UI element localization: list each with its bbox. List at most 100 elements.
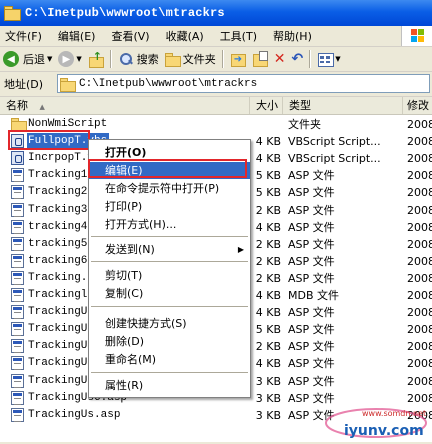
delete-x-icon: ✕ xyxy=(273,51,286,67)
forward-arrow-icon: ▶ xyxy=(58,51,75,67)
menu-bar: 文件(F) 编辑(E) 查看(V) 收藏(A) 工具(T) 帮助(H) xyxy=(0,26,432,47)
file-type: ASP 文件 xyxy=(288,220,335,234)
address-input[interactable]: C:\Inetpub\wwwroot\mtrackrs xyxy=(57,74,430,93)
file-icon xyxy=(11,339,24,354)
file-type: ASP 文件 xyxy=(288,186,335,200)
menu-separator xyxy=(91,372,248,373)
file-name: TrackingUs.asp xyxy=(28,408,121,421)
menu-item-cmd-open[interactable]: 在命令提示符中打开(P) xyxy=(89,180,250,197)
file-type: VBScript Script... xyxy=(288,135,381,149)
undo-button[interactable]: ↶ xyxy=(289,48,307,70)
file-size: 3 KB xyxy=(255,374,281,388)
folder-icon xyxy=(60,77,76,92)
undo-icon: ↶ xyxy=(291,51,304,67)
chevron-down-icon[interactable]: ▼ xyxy=(76,55,81,63)
file-modified: 2008 xyxy=(407,169,432,183)
file-type: ASP 文件 xyxy=(288,323,335,337)
back-label: 后退 xyxy=(23,53,45,66)
file-icon xyxy=(11,253,24,268)
file-size: 2 KB xyxy=(255,237,281,251)
file-type: VBScript Script... xyxy=(288,152,381,166)
file-modified: 2008 xyxy=(407,118,432,131)
file-size xyxy=(250,116,281,133)
copy-to-button[interactable] xyxy=(249,48,271,70)
toolbar-separator xyxy=(109,50,112,68)
move-to-button[interactable]: ➜ xyxy=(227,48,249,70)
menu-tools[interactable]: 工具(T) xyxy=(215,28,262,44)
forward-button[interactable]: ▶ ▼ xyxy=(55,48,84,70)
watermark-logo: www.somdn.net iyunv.com xyxy=(318,399,430,441)
file-size: 5 KB xyxy=(255,323,281,337)
file-modified: 2008 xyxy=(407,374,432,388)
back-button[interactable]: ◀ 后退 ▼ xyxy=(0,48,55,70)
delete-button[interactable]: ✕ xyxy=(271,48,289,70)
menu-view[interactable]: 查看(V) xyxy=(106,28,154,44)
file-modified: 2008 xyxy=(407,152,432,166)
file-type: ASP 文件 xyxy=(288,306,335,320)
menu-item-cut[interactable]: 剪切(T) xyxy=(89,267,250,284)
file-type: 文件夹 xyxy=(288,118,321,131)
title-bar: C:\Inetpub\wwwroot\mtrackrs xyxy=(0,0,432,26)
menu-item-rename[interactable]: 重命名(M) xyxy=(89,351,250,368)
menu-item-delete[interactable]: 删除(D) xyxy=(89,333,250,350)
file-size: 4 KB xyxy=(255,152,281,166)
search-button[interactable]: 搜索 xyxy=(115,48,162,70)
file-type: ASP 文件 xyxy=(288,357,335,371)
highlight-box-file xyxy=(8,130,90,150)
menu-item-open-with[interactable]: 打开方式(H)... xyxy=(89,216,250,233)
menu-item-send-to[interactable]: 发送到(N) ▶ xyxy=(89,241,250,258)
file-size: 2 KB xyxy=(255,254,281,268)
file-icon xyxy=(11,168,24,183)
up-folder-button[interactable]: ↑ xyxy=(85,48,107,70)
search-icon xyxy=(118,51,134,67)
menu-edit[interactable]: 编辑(E) xyxy=(53,28,101,44)
chevron-down-icon[interactable]: ▼ xyxy=(335,55,340,63)
file-modified: 2008 xyxy=(407,254,432,268)
file-type: ASP 文件 xyxy=(288,203,335,217)
views-button[interactable]: ▼ xyxy=(314,48,343,70)
file-icon xyxy=(11,356,24,371)
file-icon xyxy=(11,322,24,337)
file-modified: 2008 xyxy=(407,271,432,285)
column-size[interactable]: 大小 xyxy=(250,97,283,114)
menu-item-properties[interactable]: 属性(R) xyxy=(89,377,250,394)
file-icon xyxy=(11,202,24,217)
column-name-label: 名称 xyxy=(6,99,28,112)
sort-up-icon: ▲ xyxy=(39,103,45,111)
search-label: 搜索 xyxy=(136,53,159,66)
address-label: 地址(D) xyxy=(4,78,44,91)
file-icon xyxy=(11,270,24,285)
menu-item-copy[interactable]: 复制(C) xyxy=(89,285,250,302)
file-modified: 2008 xyxy=(407,306,432,320)
file-type: ASP 文件 xyxy=(288,374,335,388)
chevron-down-icon[interactable]: ▼ xyxy=(47,55,52,63)
file-modified: 2008 xyxy=(407,203,432,217)
file-size: 3 KB xyxy=(255,408,281,422)
file-modified: 2008 xyxy=(407,186,432,200)
menu-item-create-shortcut[interactable]: 创建快捷方式(S) xyxy=(89,315,250,332)
file-modified: 2008 xyxy=(407,340,432,354)
up-folder-icon: ↑ xyxy=(88,51,104,68)
file-icon xyxy=(11,305,24,320)
watermark-site: www.somdn.net xyxy=(362,409,426,418)
file-modified: 2008 xyxy=(407,357,432,371)
copy-to-icon xyxy=(252,51,268,67)
menu-item-print[interactable]: 打印(P) xyxy=(89,198,250,215)
menu-help[interactable]: 帮助(H) xyxy=(268,28,317,44)
file-size: 2 KB xyxy=(255,340,281,354)
file-size: 2 KB xyxy=(255,203,281,217)
menu-file[interactable]: 文件(F) xyxy=(0,28,47,44)
windows-logo-icon xyxy=(401,26,432,46)
highlight-box-edit xyxy=(88,159,247,178)
views-grid-icon xyxy=(317,51,335,67)
column-modified[interactable]: 修改 xyxy=(403,97,432,114)
file-type: ASP 文件 xyxy=(288,271,335,285)
menu-separator xyxy=(91,236,248,237)
column-name[interactable]: 名称 ▲ xyxy=(0,97,250,114)
column-type[interactable]: 类型 xyxy=(283,97,403,114)
file-modified: 2008 xyxy=(407,289,432,302)
menu-favorites[interactable]: 收藏(A) xyxy=(161,28,209,44)
toolbar: ◀ 后退 ▼ ▶ ▼ ↑ 搜索 文件夹 ➜ ✕ ↶ ▼ xyxy=(0,47,432,72)
file-icon xyxy=(11,373,24,388)
folders-button[interactable]: 文件夹 xyxy=(162,48,219,70)
